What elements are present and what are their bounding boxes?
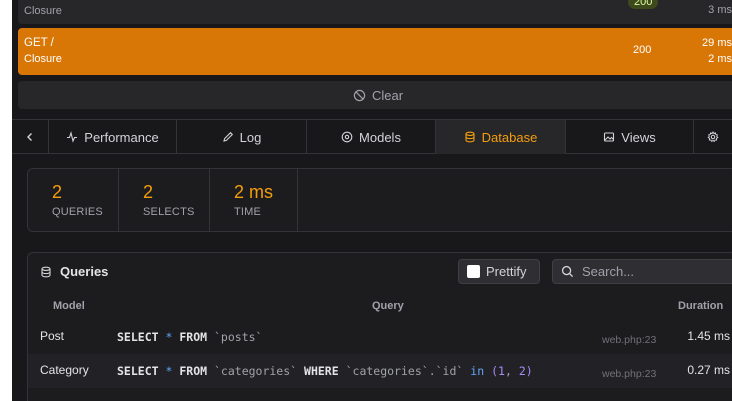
clear-label: Clear <box>371 87 404 103</box>
row-query: SELECT * FROM `categories` WHERE `catego… <box>117 364 533 378</box>
request-row[interactable]: Closure 200 3 ms <box>18 0 732 24</box>
row-duration: 0.27 ms <box>687 363 730 377</box>
image-icon <box>604 132 615 142</box>
table-row[interactable]: Post SELECT * FROM `posts` web.php:23 1.… <box>28 320 732 354</box>
tab-performance[interactable]: Performance <box>49 120 177 154</box>
tab-bar: Performance Log Models Database Views <box>12 119 732 154</box>
search-icon <box>561 265 574 278</box>
status-code: 200 <box>633 44 652 56</box>
row-source-link[interactable]: web.php:23 <box>602 368 656 380</box>
prettify-label: Prettify <box>486 264 527 279</box>
tab-label: Log <box>239 129 262 145</box>
request-row-selected[interactable]: GET / Closure 200 29 ms 2 ms <box>18 28 732 75</box>
search-box <box>552 259 732 284</box>
stat-value: 2 <box>143 182 154 202</box>
settings-button[interactable] <box>694 120 732 154</box>
stat-value: 2 ms <box>234 182 274 202</box>
request-duration: 29 ms <box>702 37 732 49</box>
chevron-left-icon <box>27 133 32 141</box>
activity-icon <box>67 131 78 143</box>
column-header-duration: Duration <box>678 300 724 312</box>
query-stats: 2 QUERIES 2 SELECTS 2 ms TIME <box>27 168 732 232</box>
stat-label: SELECTS <box>143 206 195 218</box>
gear-icon <box>707 131 719 143</box>
tab-log[interactable]: Log <box>177 120 307 154</box>
tab-label: Performance <box>84 129 159 145</box>
queries-panel: Queries Prettify Model Query Duration Po… <box>27 252 732 401</box>
stat-value: 2 <box>52 182 63 202</box>
target-icon <box>341 131 353 143</box>
row-model: Post <box>40 329 65 343</box>
tab-label: Models <box>359 129 401 145</box>
queries-title: Queries <box>40 264 108 279</box>
prettify-toggle[interactable]: Prettify <box>458 259 540 284</box>
tab-scroll-left[interactable] <box>12 120 49 154</box>
prettify-checkbox[interactable] <box>467 265 480 278</box>
ban-icon <box>353 89 366 101</box>
table-row[interactable]: Category SELECT * FROM `categories` WHER… <box>28 354 732 388</box>
column-header-model: Model <box>53 300 85 312</box>
queries-title-label: Queries <box>60 264 109 279</box>
stat-time: 2 ms TIME <box>210 169 298 231</box>
pencil-icon <box>222 131 233 142</box>
tab-database[interactable]: Database <box>436 120 566 154</box>
stat-queries: 2 QUERIES <box>28 169 119 231</box>
stat-label: TIME <box>234 206 262 218</box>
database-icon <box>41 266 51 277</box>
row-query: SELECT * FROM `posts` <box>117 330 263 344</box>
clear-button[interactable]: Clear <box>18 81 732 109</box>
search-input[interactable] <box>582 264 732 279</box>
tab-models[interactable]: Models <box>307 120 436 154</box>
stat-selects: 2 SELECTS <box>119 169 210 231</box>
row-duration: 1.45 ms <box>687 329 730 343</box>
tab-label: Database <box>481 129 538 145</box>
tab-label: Views <box>621 129 656 145</box>
stat-label: QUERIES <box>52 206 103 218</box>
row-model: Category <box>40 363 89 377</box>
status-badge: 200 <box>628 0 659 9</box>
debug-panel: Closure 200 3 ms GET / Closure 200 29 ms… <box>12 0 732 401</box>
column-header-query: Query <box>372 300 404 312</box>
database-icon <box>465 131 475 143</box>
request-handler: Closure <box>24 53 62 65</box>
request-handler: Closure <box>24 5 62 17</box>
row-source-link[interactable]: web.php:23 <box>602 334 656 346</box>
request-duration-secondary: 2 ms <box>708 53 732 65</box>
request-duration: 3 ms <box>708 4 732 16</box>
tab-views[interactable]: Views <box>566 120 694 154</box>
request-path: GET / <box>24 37 54 49</box>
